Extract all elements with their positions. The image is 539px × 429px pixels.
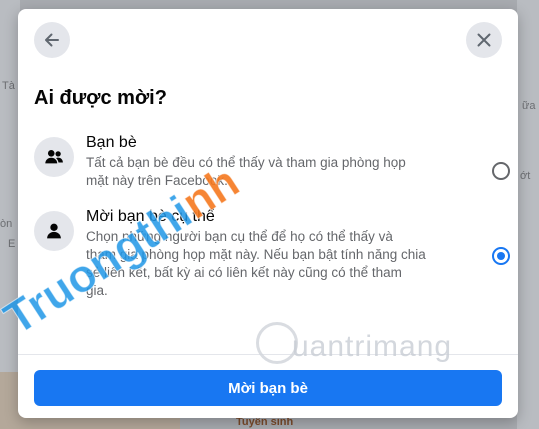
option-description: Tất cả bạn bè đều có thể thấy và tham gi… — [86, 155, 406, 188]
radio-selected[interactable] — [492, 247, 510, 265]
friends-icon — [34, 137, 74, 177]
background-right-column — [517, 0, 539, 429]
option-friends[interactable]: Bạn bè Tất cả bạn bè đều có thể thấy và … — [26, 129, 510, 197]
background-text: ữa — [522, 100, 536, 112]
close-icon — [477, 33, 491, 47]
back-button[interactable] — [34, 22, 70, 58]
close-button[interactable] — [466, 22, 502, 58]
person-icon — [34, 211, 74, 251]
dialog-title: Ai được mời? — [34, 87, 167, 109]
background-left-column — [0, 0, 20, 429]
option-title: Bạn bè — [86, 134, 137, 151]
background-text: E — [8, 238, 16, 250]
background-text: òn — [0, 218, 13, 230]
background-text: Tà — [2, 80, 15, 92]
background-text: ớt — [520, 170, 531, 182]
invite-friends-button[interactable]: Mời bạn bè — [34, 370, 502, 406]
radio-unselected[interactable] — [492, 162, 510, 180]
arrow-left-icon — [45, 33, 59, 47]
watermark-site: uantrimang — [292, 330, 453, 363]
